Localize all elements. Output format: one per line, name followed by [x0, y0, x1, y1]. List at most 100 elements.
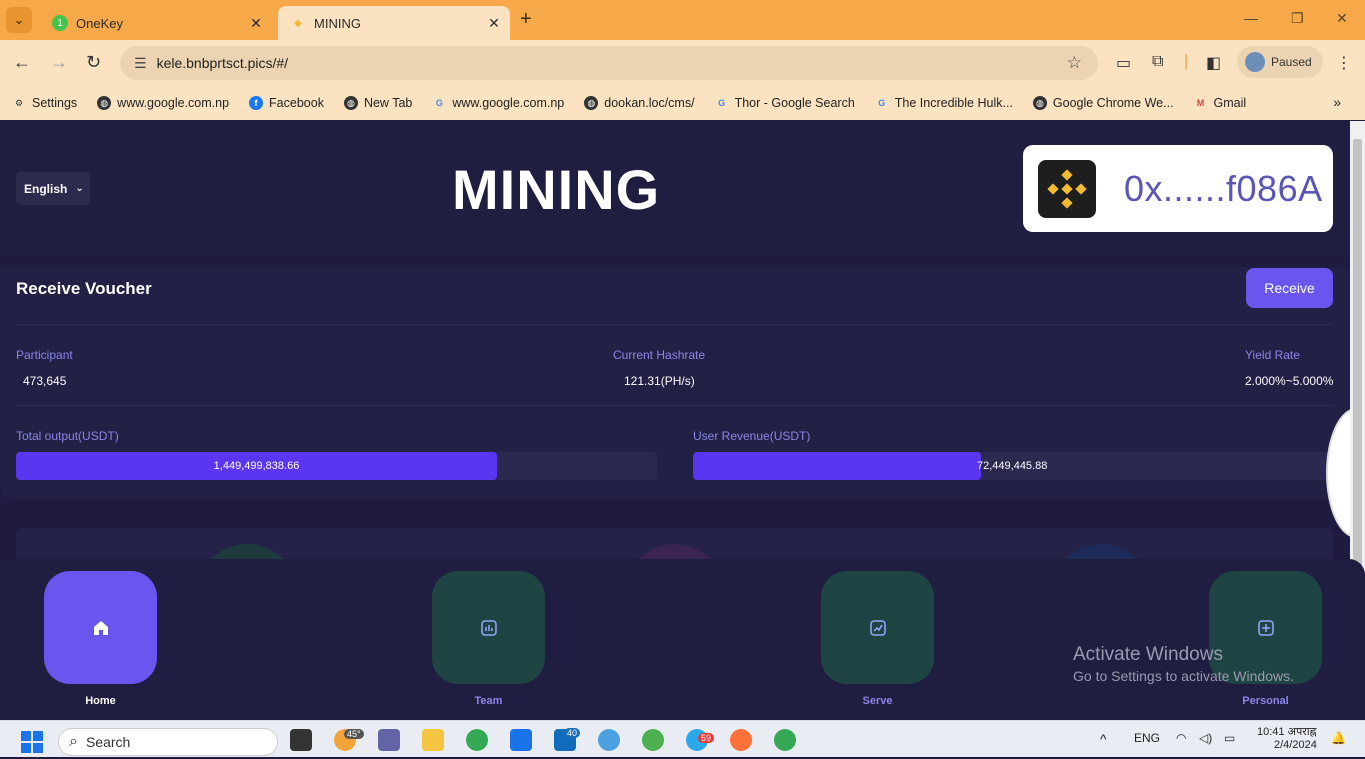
back-icon[interactable]: ← — [13, 52, 31, 73]
bookmark-label: Settings — [32, 96, 78, 110]
new-tab-button[interactable]: + — [520, 8, 532, 31]
yield-rate-value: 2.000%~5.000% — [1245, 374, 1334, 388]
volume-icon[interactable]: ◁) — [1199, 731, 1212, 745]
extensions-icon[interactable]: ⧉ — [1152, 53, 1163, 71]
minimize-icon[interactable]: — — [1244, 10, 1258, 26]
bookmark-item[interactable]: ◍ dookan.loc/cms/ — [584, 96, 695, 110]
bookmark-item[interactable]: f Facebook — [249, 96, 324, 110]
forward-icon[interactable]: → — [50, 52, 68, 73]
close-icon[interactable]: ✕ — [484, 15, 504, 32]
site-settings-icon[interactable]: ☰ — [134, 55, 147, 72]
bookmark-item[interactable]: ◍ www.google.com.np — [97, 96, 229, 110]
utorrent-icon[interactable] — [642, 729, 664, 751]
notification-icon[interactable]: 🔔 — [1331, 731, 1346, 745]
menu-icon[interactable]: ⋮ — [1336, 53, 1352, 73]
people-icon[interactable] — [598, 729, 620, 751]
tab-title: MINING — [314, 15, 361, 31]
profile-status: Paused — [1271, 55, 1312, 69]
total-output-bar: 1,449,499,838.66 — [16, 452, 657, 480]
bookmark-item[interactable]: ◍ Google Chrome We... — [1032, 96, 1174, 110]
side-panel-icon[interactable]: ◧ — [1206, 53, 1221, 73]
gear-icon: ⚙ — [14, 97, 24, 108]
mail-badge: 40 — [564, 728, 581, 738]
cast-icon[interactable]: ▭ — [1116, 53, 1131, 73]
store-icon[interactable] — [510, 729, 532, 751]
receive-button[interactable]: Receive — [1246, 268, 1333, 308]
chrome-profile-icon[interactable] — [774, 729, 796, 751]
wallet-address: 0x......f086A — [1124, 167, 1323, 209]
trend-icon — [869, 619, 886, 636]
language-select[interactable]: English ⌄ — [16, 172, 90, 205]
clock-date[interactable]: 2/4/2024 — [1274, 739, 1317, 751]
search-placeholder: Search — [85, 734, 131, 750]
scrollbar-thumb[interactable] — [1353, 139, 1362, 569]
bookmark-star-icon[interactable]: ☆ — [1067, 53, 1082, 73]
participant-value: 473,645 — [23, 374, 67, 388]
bookmark-item[interactable]: Gwww.google.com.np — [432, 96, 564, 110]
facebook-icon: f — [249, 96, 264, 110]
globe-icon: ◍ — [97, 96, 112, 110]
taskbar-search[interactable]: ⌕ Search — [58, 728, 278, 756]
globe-icon: ◍ — [1032, 96, 1047, 110]
voucher-card: Receive Voucher Receive Participant 473,… — [0, 267, 1350, 500]
close-window-icon[interactable]: ✕ — [1336, 10, 1348, 27]
nav-serve[interactable] — [821, 571, 934, 684]
divider — [16, 324, 1333, 325]
telegram-badge: 59 — [698, 733, 715, 743]
binance-logo-icon — [1038, 159, 1096, 218]
bookmark-item[interactable]: ◍ New Tab — [343, 96, 413, 110]
chevron-up-icon[interactable]: ^ — [1100, 731, 1107, 747]
nav-serve-label: Serve — [862, 695, 893, 707]
tab-search-button[interactable]: ⌄ — [6, 7, 32, 33]
close-icon[interactable]: ✕ — [246, 15, 266, 32]
activation-watermark-title: Activate Windows — [1073, 644, 1223, 665]
language-indicator[interactable]: ENG — [1134, 731, 1160, 745]
bookmark-label: New Tab — [363, 96, 413, 110]
total-output-label: Total output(USDT) — [16, 429, 119, 443]
profile-button[interactable]: Paused — [1237, 46, 1323, 78]
start-icon[interactable] — [20, 730, 43, 753]
user-revenue-label: User Revenue(USDT) — [693, 429, 811, 443]
nav-team[interactable] — [432, 571, 545, 684]
binance-icon: ◆ — [294, 17, 302, 29]
tab-title: OneKey — [76, 15, 123, 31]
tab-mining[interactable]: ◆ MINING ✕ — [278, 6, 510, 40]
restore-icon[interactable]: ❐ — [1291, 10, 1304, 27]
chart-icon — [480, 619, 497, 636]
reload-icon[interactable]: ↻ — [86, 52, 101, 73]
teams-icon[interactable] — [378, 729, 400, 751]
hashrate-value: 121.31(PH/s) — [624, 374, 695, 388]
globe-icon: ◍ — [343, 96, 358, 110]
battery-icon[interactable]: ▭ — [1224, 731, 1235, 745]
bookmark-item[interactable]: G Thor - Google Search — [715, 96, 855, 110]
bookmark-label: The Incredible Hulk... — [894, 96, 1013, 110]
browser-toolbar: ← → ↻ ☰ kele.bnbprtsct.pics/#/ ☆ ▭ ⧉ | ◧… — [0, 40, 1365, 86]
bookmark-item[interactable]: ⚙ Settings — [12, 96, 77, 110]
search-icon: ⌕ — [69, 733, 78, 750]
url-text[interactable]: kele.bnbprtsct.pics/#/ — [157, 55, 1067, 71]
hashrate-label: Current Hashrate — [613, 348, 706, 362]
bookmark-item[interactable]: G The Incredible Hulk... — [875, 96, 1013, 110]
bookmark-label: Google Chrome We... — [1052, 96, 1174, 110]
more-bookmarks-icon[interactable]: » — [1333, 94, 1341, 110]
avatar — [1245, 52, 1265, 72]
nav-home[interactable] — [44, 571, 157, 684]
google-icon: G — [435, 98, 443, 108]
file-explorer-icon[interactable] — [422, 729, 444, 751]
wallet-button[interactable]: 0x......f086A — [1023, 145, 1333, 232]
total-output-value: 1,449,499,838.66 — [213, 460, 300, 472]
tab-onekey[interactable]: 1 OneKey ✕ — [40, 6, 272, 40]
clock-time[interactable]: 10:41 अपराह्न — [1257, 724, 1316, 739]
chevron-down-icon: ⌄ — [75, 183, 84, 194]
address-bar[interactable]: ☰ kele.bnbprtsct.pics/#/ ☆ — [120, 46, 1098, 80]
wifi-icon[interactable]: ◠ — [1176, 731, 1186, 745]
firefox-icon[interactable] — [730, 729, 752, 751]
gmail-icon: M — [1196, 98, 1205, 108]
voucher-title: Receive Voucher — [16, 279, 152, 298]
bottom-navigation: Home Team Serve Personal — [0, 559, 1365, 720]
toolbar-separator: | — [1184, 53, 1189, 70]
home-icon — [93, 620, 108, 635]
chrome-icon[interactable] — [466, 729, 488, 751]
task-view-icon[interactable] — [290, 729, 312, 751]
bookmark-item[interactable]: M Gmail — [1194, 96, 1246, 110]
